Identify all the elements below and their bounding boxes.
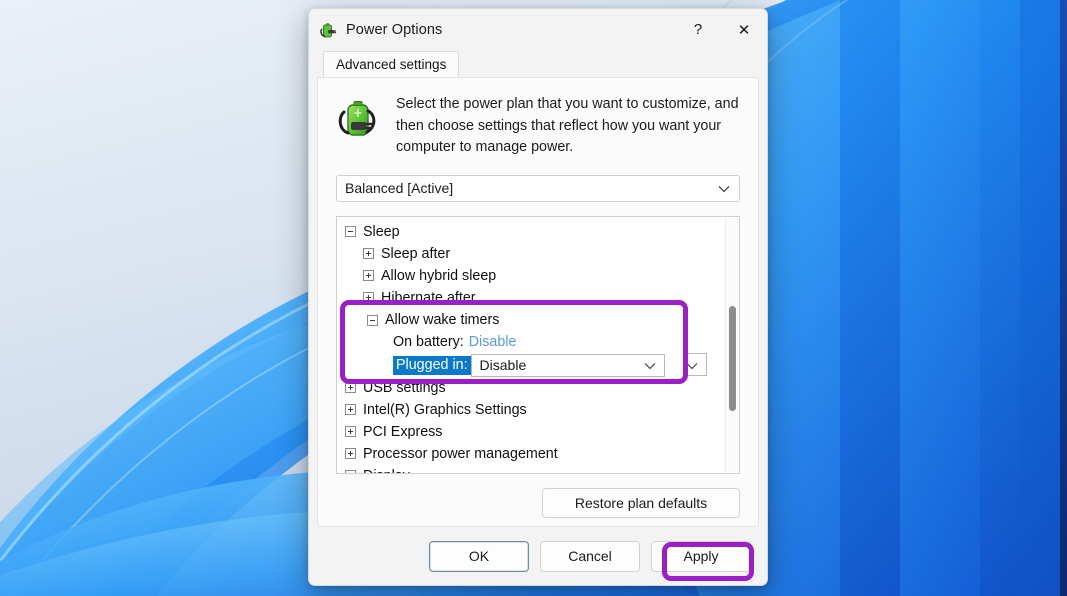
expand-plus-icon[interactable] — [363, 270, 374, 281]
restore-plan-defaults-button[interactable]: Restore plan defaults — [542, 487, 740, 518]
tree-item-intel-graphics-settings[interactable]: Intel(R) Graphics Settings — [337, 399, 725, 421]
tree-item-display[interactable]: Display — [337, 465, 725, 473]
ok-button[interactable]: OK — [429, 540, 529, 572]
tree-item-label: Display — [363, 468, 410, 473]
dialog-footer: OK Cancel Apply — [309, 527, 767, 585]
tab-advanced-settings[interactable]: Advanced settings — [323, 51, 460, 77]
tree-item-label: Intel(R) Graphics Settings — [363, 401, 527, 418]
tree-item-sleep-after[interactable]: Sleep after — [337, 243, 725, 265]
collapse-minus-icon[interactable] — [345, 226, 356, 237]
power-options-dialog: Power Options ? ✕ Advanced settings Sele… — [308, 8, 768, 586]
annot-tree-item-allow-wake-timers[interactable]: Allow wake timers — [345, 309, 683, 331]
tree-item-label: Hibernate after — [381, 289, 476, 306]
tree-item-label: Processor power management — [363, 445, 558, 462]
desktop: Power Options ? ✕ Advanced settings Sele… — [0, 0, 1067, 596]
window-title: Power Options — [346, 21, 443, 38]
restore-defaults-row: Restore plan defaults — [336, 487, 740, 518]
tree-item-processor-power-management[interactable]: Processor power management — [337, 443, 725, 465]
on-battery-value[interactable]: Disable — [469, 334, 517, 350]
advanced-settings-page: Select the power plan that you want to c… — [317, 77, 759, 527]
tree-item-allow-hybrid-sleep[interactable]: Allow hybrid sleep — [337, 265, 725, 287]
power-plan-value: Balanced [Active] — [345, 180, 454, 196]
tree-item-label: PCI Express — [363, 423, 443, 440]
scrollbar-thumb[interactable] — [729, 305, 736, 411]
title-bar[interactable]: Power Options ? ✕ — [309, 9, 767, 50]
collapse-minus-icon[interactable] — [367, 314, 378, 326]
cancel-button[interactable]: Cancel — [540, 540, 640, 572]
tree-item-label: Sleep after — [381, 245, 451, 262]
tree-item-label: Sleep — [363, 223, 400, 240]
annot-plugged-in-row[interactable]: Plugged in: Disable — [345, 353, 683, 377]
intro-section: Select the power plan that you want to c… — [318, 78, 758, 159]
chevron-down-icon — [686, 357, 698, 373]
plugged-in-select[interactable]: Disable — [470, 353, 665, 377]
tree-item-label: Allow wake timers — [385, 312, 500, 328]
close-button[interactable]: ✕ — [721, 9, 767, 50]
plugged-in-label: Plugged in: — [393, 355, 471, 375]
expand-plus-icon[interactable] — [345, 404, 356, 415]
power-plug-battery-icon — [319, 21, 337, 39]
expand-plus-icon[interactable] — [345, 448, 356, 459]
on-battery-label: On battery: — [393, 334, 464, 350]
battery-plug-icon — [336, 96, 382, 142]
expand-plus-icon[interactable] — [363, 248, 374, 259]
tree-item-sleep[interactable]: Sleep — [337, 221, 725, 243]
tab-strip: Advanced settings — [309, 50, 767, 77]
tree-item-pci-express[interactable]: PCI Express — [337, 421, 725, 443]
annot-on-battery-row[interactable]: On battery: Disable — [345, 331, 683, 353]
intro-description: Select the power plan that you want to c… — [396, 96, 739, 155]
chevron-down-icon — [718, 180, 730, 196]
annotation-wake-timers-content: Allow wake timers On battery: Disable Pl… — [345, 305, 683, 379]
power-plan-select[interactable]: Balanced [Active] — [336, 174, 740, 202]
help-button[interactable]: ? — [675, 9, 721, 50]
chevron-down-icon — [644, 357, 656, 373]
tree-item-label: USB settings — [363, 379, 446, 396]
expand-plus-icon[interactable] — [345, 426, 356, 437]
tree-item-label: Allow hybrid sleep — [381, 267, 497, 284]
plugged-in-value: Disable — [479, 357, 527, 373]
caption-button-group: ? ✕ — [675, 9, 767, 50]
expand-plus-icon[interactable] — [345, 470, 356, 473]
expand-plus-icon[interactable] — [363, 292, 374, 303]
apply-button[interactable]: Apply — [651, 540, 751, 572]
vertical-scrollbar[interactable] — [725, 217, 738, 472]
tree-item-usb-settings[interactable]: USB settings — [337, 377, 725, 399]
expand-plus-icon[interactable] — [345, 382, 356, 393]
tab-label: Advanced settings — [336, 57, 447, 72]
